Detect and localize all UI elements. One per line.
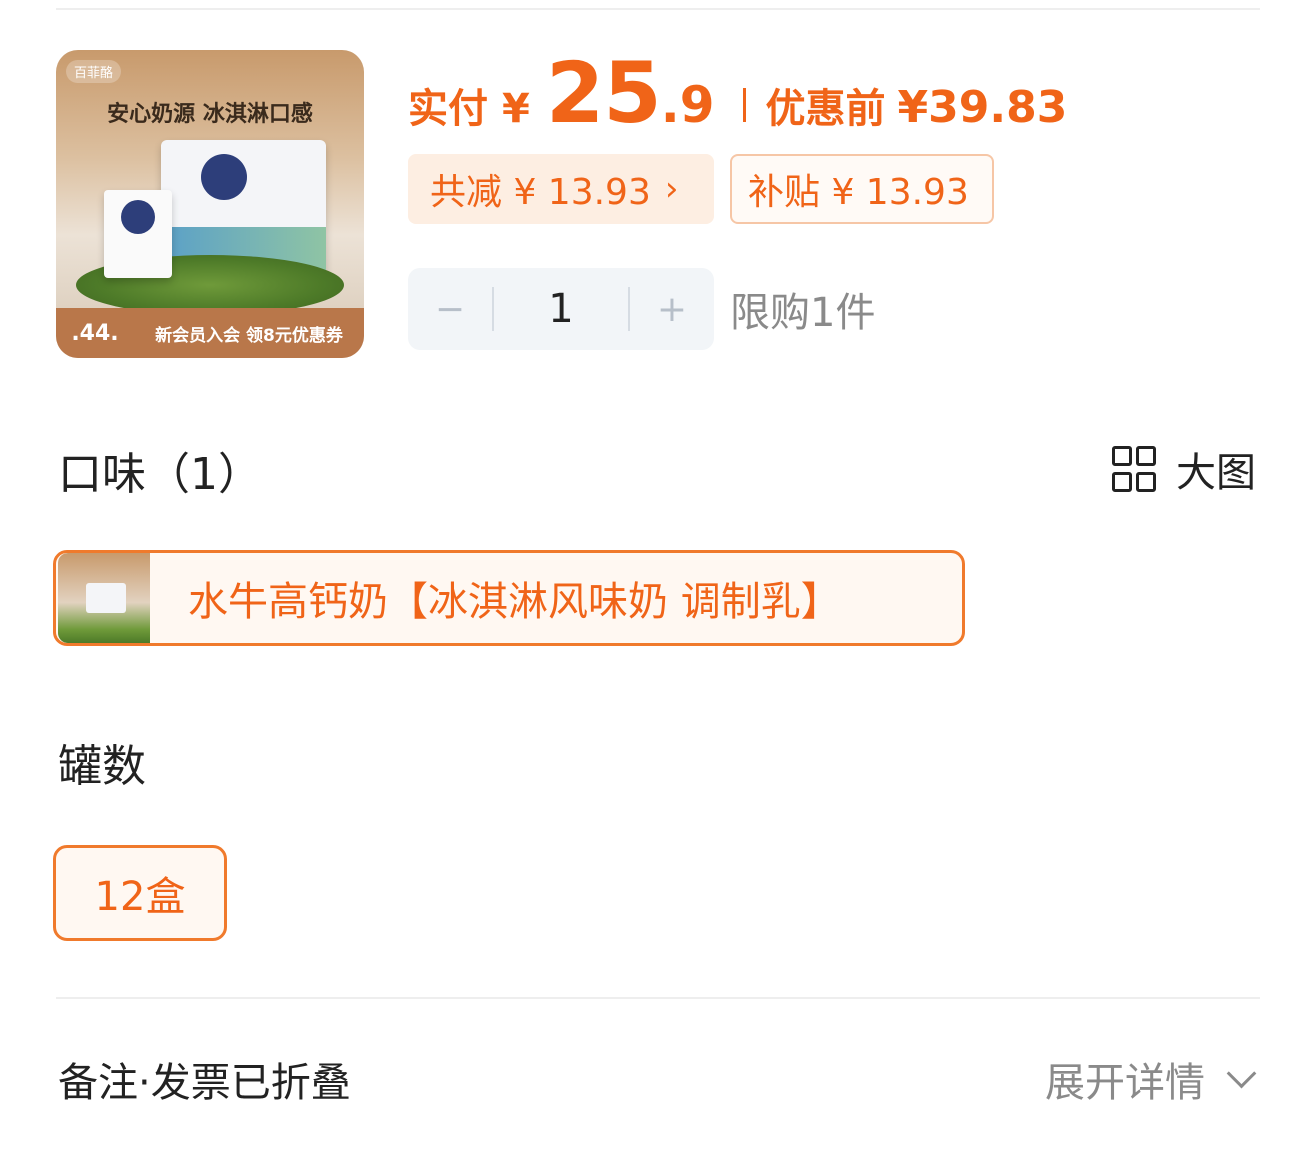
- increment-button[interactable]: +: [630, 289, 714, 330]
- discount-text: 共减 ¥ 13.93: [430, 172, 651, 213]
- big-view-button[interactable]: 大图: [1112, 440, 1256, 498]
- grid-icon: [1112, 446, 1156, 492]
- price-separator: [742, 88, 746, 122]
- subsidy-text: 补贴 ¥ 13.93: [748, 172, 969, 213]
- image-price: .44.: [71, 320, 119, 346]
- discount-chip[interactable]: 共减 ¥ 13.93 ›: [408, 154, 714, 224]
- chevron-down-icon: [1226, 1058, 1257, 1088]
- price-row: 实付 ¥ 25 .9 优惠前 ¥39.83: [408, 44, 1067, 144]
- currency-symbol: ¥: [502, 86, 530, 132]
- original-price-value: ¥39.83: [897, 82, 1068, 133]
- section-divider: [56, 997, 1260, 999]
- product-image[interactable]: 百菲酪 安心奶源 冰淇淋口感 .44. 新会员入会 领8元优惠券: [56, 50, 364, 358]
- flavor-thumbnail: [58, 553, 150, 643]
- flavor-option-label: 水牛高钙奶【冰淇淋风味奶 调制乳】: [188, 579, 841, 625]
- quantity-stepper: − 1 +: [408, 268, 714, 350]
- expand-label: 展开详情: [1045, 1060, 1205, 1106]
- count-title: 罐数: [58, 741, 146, 792]
- big-view-label: 大图: [1176, 450, 1256, 496]
- count-option-label: 12盒: [94, 874, 186, 920]
- expand-details-button[interactable]: 展开详情: [1045, 1050, 1257, 1108]
- flavor-option[interactable]: 水牛高钙奶【冰淇淋风味奶 调制乳】: [53, 550, 965, 646]
- original-price-label: 优惠前: [765, 86, 886, 132]
- notes-label: 备注·发票已折叠: [58, 1060, 351, 1106]
- subsidy-chip: 补贴 ¥ 13.93: [730, 154, 994, 224]
- product-box-small: [104, 190, 172, 278]
- count-option[interactable]: 12盒: [53, 845, 227, 941]
- price-integer: 25: [545, 44, 662, 142]
- decrement-button[interactable]: −: [408, 289, 492, 330]
- flavor-title: 口味（1）: [58, 449, 262, 500]
- chevron-right-icon: ›: [664, 169, 679, 209]
- image-promo-text: 新会员入会 领8元优惠券: [155, 325, 343, 346]
- image-slogan: 安心奶源 冰淇淋口感: [107, 102, 313, 127]
- brand-logo: 百菲酪: [66, 60, 122, 83]
- price-decimal: .9: [660, 76, 715, 134]
- purchase-limit: 限购1件: [730, 290, 876, 336]
- quantity-value[interactable]: 1: [494, 286, 628, 332]
- pay-label: 实付: [408, 86, 488, 132]
- image-promo-bar: .44. 新会员入会 领8元优惠券: [56, 308, 364, 358]
- top-divider: [56, 8, 1260, 10]
